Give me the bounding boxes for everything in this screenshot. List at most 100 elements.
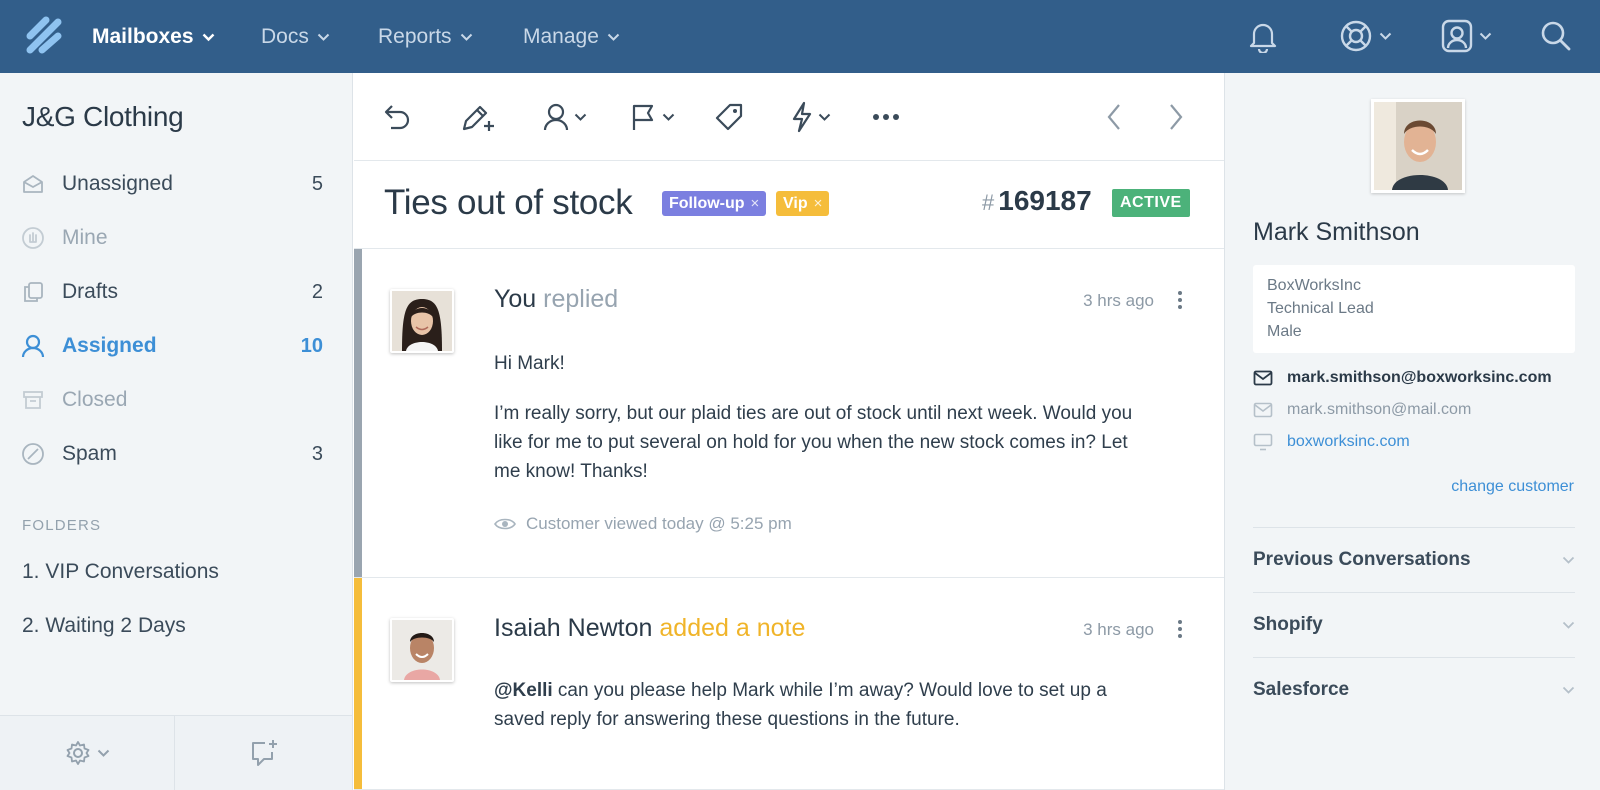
nav-manage[interactable]: Manage — [523, 0, 620, 73]
email-primary-text: mark.smithson@boxworksinc.com — [1287, 369, 1552, 386]
chevron-down-icon — [607, 33, 620, 41]
bell-icon[interactable] — [1248, 14, 1278, 58]
user-profile-icon[interactable] — [1441, 14, 1492, 58]
website-text: boxworksinc.com — [1287, 433, 1410, 450]
helpscout-logo-icon[interactable] — [24, 14, 64, 58]
sidebar-item-unassigned[interactable]: Unassigned 5 — [20, 164, 323, 204]
mailbox-name: J&G Clothing — [22, 101, 184, 132]
customer-avatar — [1371, 99, 1465, 193]
chevron-down-icon — [818, 113, 831, 121]
sidebar-item-spam[interactable]: Spam 3 — [20, 434, 323, 474]
customer-website[interactable]: boxworksinc.com — [1253, 433, 1410, 451]
next-arrow-icon[interactable] — [1168, 95, 1184, 139]
eye-icon — [494, 518, 516, 530]
tag-icon[interactable] — [714, 95, 744, 139]
sidebar-item-drafts[interactable]: Drafts 2 — [20, 272, 323, 312]
email-icon — [1253, 402, 1273, 418]
nav-reports[interactable]: Reports — [378, 0, 473, 73]
sidebar-item-count: 3 — [311, 442, 323, 465]
archive-icon — [20, 387, 46, 413]
assign-user-icon[interactable] — [542, 95, 587, 139]
tag-remove-button[interactable]: × — [751, 195, 760, 212]
customer-details-card: BoxWorksInc Technical Lead Male — [1253, 265, 1575, 353]
app-label: Previous Conversations — [1253, 549, 1471, 570]
tag-vip[interactable]: Vip × — [776, 191, 830, 216]
conversation-title: Ties out of stock — [384, 183, 633, 222]
sidebar-item-mine[interactable]: Mine — [20, 218, 323, 258]
email-secondary-text: mark.smithson@mail.com — [1287, 401, 1472, 418]
sidebar-footer — [0, 715, 352, 790]
customer-email-primary[interactable]: mark.smithson@boxworksinc.com — [1253, 369, 1552, 387]
note-text: can you please help Mark while I’m away?… — [494, 680, 1107, 730]
flag-status-icon[interactable] — [630, 95, 675, 139]
folder-waiting-2-days[interactable]: 2. Waiting 2 Days — [22, 614, 186, 638]
tag-remove-button[interactable]: × — [814, 195, 823, 212]
thread-type-bar — [354, 578, 362, 789]
thread-more-icon[interactable] — [1176, 618, 1184, 640]
thread-note: Isaiah Newton added a note 3 hrs ago @Ke… — [354, 578, 1224, 790]
user-icon — [20, 333, 46, 359]
sidebar-item-count: 10 — [300, 334, 323, 357]
nav-manage-label: Manage — [523, 24, 599, 48]
note-pencil-icon[interactable] — [460, 95, 496, 139]
sidebar-item-label: Mine — [62, 226, 108, 249]
thread-author: You — [494, 285, 537, 313]
thread-timestamp: 3 hrs ago — [1083, 291, 1154, 310]
avatar — [390, 618, 454, 682]
sidebar-item-label: Assigned — [62, 334, 157, 357]
workflow-bolt-icon[interactable] — [790, 95, 831, 139]
customer-sidebar: Mark Smithson BoxWorksInc Technical Lead… — [1224, 73, 1600, 790]
gear-icon — [66, 741, 89, 765]
sidebar-item-count: 5 — [311, 172, 323, 195]
app-previous-conversations[interactable]: Previous Conversations — [1253, 527, 1575, 592]
thread-body: I’m really sorry, but our plaid ties are… — [494, 403, 1133, 482]
customer-email-secondary[interactable]: mark.smithson@mail.com — [1253, 401, 1471, 419]
sidebar-item-label: Unassigned — [62, 172, 173, 195]
conversation-toolbar — [354, 73, 1224, 161]
drafts-icon — [20, 279, 46, 305]
chevron-down-icon — [460, 33, 472, 41]
chevron-down-icon — [662, 113, 675, 121]
chevron-down-icon — [1562, 686, 1575, 694]
mention[interactable]: @Kelli — [494, 680, 553, 701]
app-salesforce[interactable]: Salesforce — [1253, 657, 1575, 722]
reply-icon[interactable] — [382, 95, 412, 139]
new-conversation-button[interactable] — [175, 716, 352, 790]
thread-action: replied — [543, 285, 619, 313]
thread-author: Isaiah Newton — [494, 614, 653, 642]
ban-icon — [20, 441, 46, 467]
tag-follow-up[interactable]: Follow-up × — [662, 191, 767, 216]
thread-greeting: Hi Mark! — [494, 353, 565, 374]
chevron-down-icon — [97, 749, 109, 757]
change-customer-link[interactable]: change customer — [1451, 478, 1574, 496]
status-badge[interactable]: ACTIVE — [1112, 189, 1190, 217]
sidebar-item-assigned[interactable]: Assigned 10 — [20, 326, 323, 366]
app-shopify[interactable]: Shopify — [1253, 592, 1575, 657]
new-conversation-icon — [251, 740, 277, 766]
monitor-icon — [1253, 433, 1273, 451]
chevron-down-icon — [1479, 32, 1492, 40]
number-value: 169187 — [998, 185, 1092, 216]
conversation-header: Ties out of stock Follow-up × Vip × # 16… — [354, 161, 1224, 249]
thread-more-icon[interactable] — [1176, 289, 1184, 311]
chevron-down-icon — [1379, 32, 1392, 40]
sidebar-item-label: Closed — [62, 388, 128, 411]
nav-reports-label: Reports — [378, 24, 452, 48]
search-icon[interactable] — [1540, 14, 1572, 58]
folder-vip-conversations[interactable]: 1. VIP Conversations — [22, 560, 219, 584]
nav-docs-label: Docs — [261, 24, 309, 48]
settings-button[interactable] — [0, 716, 174, 790]
more-icon[interactable] — [872, 95, 900, 139]
nav-mailboxes[interactable]: Mailboxes — [92, 0, 215, 73]
folders-heading: FOLDERS — [22, 517, 102, 534]
nav-docs[interactable]: Docs — [261, 0, 330, 73]
customer-gender: Male — [1267, 323, 1302, 340]
email-icon — [1253, 370, 1273, 386]
chevron-down-icon — [1562, 621, 1575, 629]
lifebuoy-icon[interactable] — [1339, 14, 1392, 58]
sidebar-item-closed[interactable]: Closed — [20, 380, 323, 420]
conversation-main: Ties out of stock Follow-up × Vip × # 16… — [354, 73, 1224, 790]
customer-viewed-text: Customer viewed today @ 5:25 pm — [526, 514, 792, 533]
prev-arrow-icon[interactable] — [1106, 95, 1122, 139]
thread-header: Isaiah Newton added a note — [494, 614, 805, 643]
